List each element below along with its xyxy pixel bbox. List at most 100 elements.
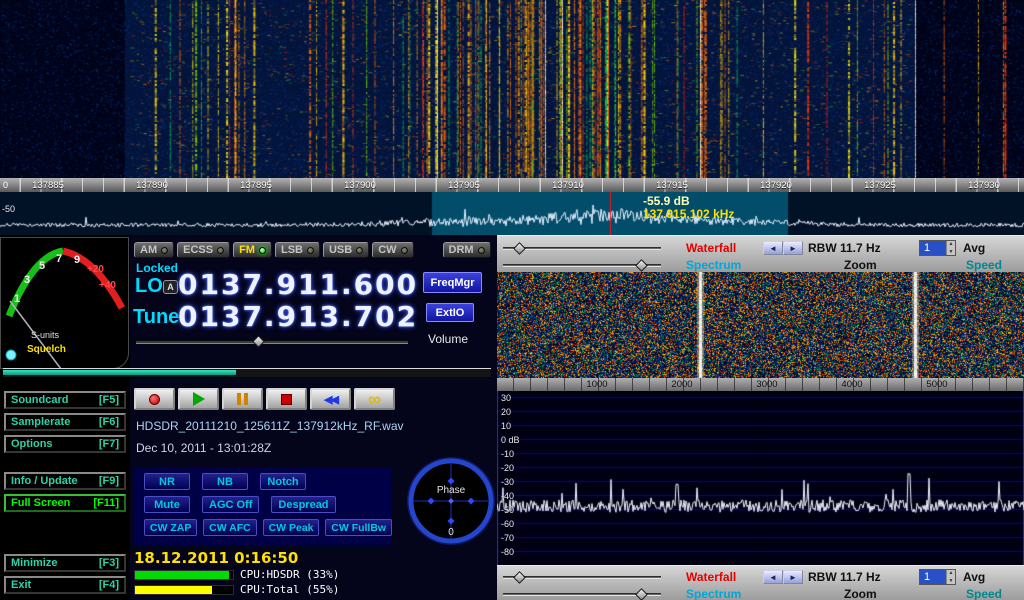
main-waterfall-display[interactable] (0, 0, 1024, 178)
tune-frequency-display[interactable]: 0137.913.702 (178, 302, 418, 332)
scroll-down-arrow-icon[interactable]: ▼ (949, 249, 954, 255)
audio-freq-tick: 5000 (926, 379, 947, 390)
soundcard-button[interactable]: Soundcard[F5] (4, 391, 126, 409)
overview-spectrum-display[interactable]: -50 -55.9 dB 137.915.102 kHz (0, 192, 1024, 235)
waterfall-mode-label[interactable]: Waterfall (686, 570, 736, 584)
full-screen-button[interactable]: Full Screen[F11] (4, 494, 126, 512)
options-button[interactable]: Options[F7] (4, 435, 126, 453)
db-label: -20 (501, 463, 514, 473)
avg-count-select[interactable]: 1 ▲▼ (919, 569, 956, 585)
fm-led-icon (259, 247, 266, 254)
button-hotkey: [F4] (99, 579, 119, 591)
exit-button[interactable]: Exit[F4] (4, 576, 126, 594)
overview-spectrum-canvas[interactable] (0, 192, 1024, 235)
stop-button[interactable] (266, 388, 307, 410)
squelch-knob[interactable] (6, 350, 16, 360)
lo-a-badge-button[interactable]: A (163, 280, 178, 294)
select-scrollbar[interactable]: ▲▼ (946, 570, 955, 584)
am-led-icon (161, 247, 168, 254)
scroll-down-arrow-icon[interactable]: ▼ (949, 578, 954, 584)
volume-slider[interactable] (136, 340, 408, 344)
mode-lsb-button[interactable]: LSB (275, 242, 320, 258)
spectrum-gain-slider[interactable] (503, 264, 661, 267)
audio-freq-tick: 2000 (671, 379, 692, 390)
phase-scope: Phase 0 (406, 455, 496, 547)
avg-count-select[interactable]: 1 ▲▼ (919, 240, 956, 256)
zoom-out-arrow-icon[interactable]: ◄ (763, 570, 783, 584)
lo-frequency-display[interactable]: 0137.911.600 (178, 270, 418, 300)
lsb-led-icon (307, 247, 314, 254)
mute-button[interactable]: Mute (144, 496, 190, 513)
recording-date-label: Dec 10, 2011 - 13:01:28Z (136, 441, 271, 455)
db-label: 30 (501, 393, 511, 403)
nb-button[interactable]: NB (202, 473, 248, 490)
spectrum-gain-slider[interactable] (503, 593, 661, 596)
cpu-total-bar (134, 585, 234, 595)
button-hotkey: [F7] (99, 438, 119, 450)
drm-led-icon (478, 247, 485, 254)
spectrum-mode-label[interactable]: Spectrum (686, 258, 741, 272)
cw-peak-button[interactable]: CW Peak (263, 519, 320, 536)
loop-button[interactable]: ∞ (354, 388, 395, 410)
audio-waterfall-display[interactable] (497, 272, 1024, 378)
waterfall-contrast-slider[interactable] (503, 247, 661, 250)
freq-tick: 137930 (968, 180, 1000, 191)
audio-spectrum-display[interactable]: 30 20 10 0 dB -10 -20 -30 -40 -50 -60 -7… (497, 391, 1024, 565)
waterfall-contrast-thumb[interactable] (513, 571, 526, 584)
agc-off-button[interactable]: AGC Off (202, 496, 259, 513)
select-scrollbar[interactable]: ▲▼ (946, 241, 955, 255)
waterfall-mode-label[interactable]: Waterfall (686, 241, 736, 255)
db-axis-label: -50 (2, 204, 15, 214)
minimize-button[interactable]: Minimize[F3] (4, 554, 126, 572)
despread-button[interactable]: Despread (271, 496, 335, 513)
extio-button[interactable]: ExtIO (426, 303, 474, 322)
cw-zap-button[interactable]: CW ZAP (144, 519, 197, 536)
play-button[interactable] (178, 388, 219, 410)
mode-ecss-button[interactable]: ECSS (177, 242, 230, 258)
cw-afc-button[interactable]: CW AFC (203, 519, 256, 536)
mode-am-button[interactable]: AM (134, 242, 174, 258)
record-button[interactable] (134, 388, 175, 410)
audio-spectrum-canvas[interactable] (497, 391, 1024, 565)
mode-label: USB (329, 244, 352, 256)
play-icon (193, 392, 205, 406)
frequency-scale[interactable]: 137885 137890 137895 137900 137905 13791… (0, 178, 1024, 192)
mode-label: FM (239, 244, 255, 256)
waterfall-contrast-thumb[interactable] (513, 242, 526, 255)
button-label: Minimize (11, 557, 57, 569)
pause-icon (237, 393, 248, 405)
mode-drm-button[interactable]: DRM (443, 242, 491, 258)
db-label: 10 (501, 421, 511, 431)
level-meter-bar (3, 368, 491, 377)
mode-fm-button[interactable]: FM (233, 242, 272, 258)
samplerate-button[interactable]: Samplerate[F6] (4, 413, 126, 431)
notch-button[interactable]: Notch (260, 473, 306, 490)
pause-button[interactable] (222, 388, 263, 410)
freq-tick: 137885 (32, 180, 64, 191)
mode-usb-button[interactable]: USB (323, 242, 369, 258)
zoom-spinner: ◄ ► (763, 570, 803, 584)
spectrum-mode-label[interactable]: Spectrum (686, 587, 741, 600)
freqmgr-button[interactable]: FreqMgr (423, 272, 482, 293)
cw-fullbw-button[interactable]: CW FullBw (325, 519, 392, 536)
info-update-button[interactable]: Info / Update[F9] (4, 472, 126, 490)
zoom-out-arrow-icon[interactable]: ◄ (763, 241, 783, 255)
waterfall-contrast-slider[interactable] (503, 576, 661, 579)
zoom-in-arrow-icon[interactable]: ► (783, 241, 803, 255)
audio-frequency-scale[interactable]: 1000 2000 3000 4000 5000 (497, 378, 1024, 391)
tune-label: Tune (133, 306, 179, 329)
mode-cw-button[interactable]: CW (372, 242, 413, 258)
display-controls-bottom: Waterfall ◄ ► RBW 11.7 Hz 1 ▲▼ Avg Spect… (497, 565, 1024, 600)
spectrum-gain-thumb[interactable] (635, 588, 648, 600)
stop-icon (281, 394, 292, 405)
rbw-label: RBW 11.7 Hz (808, 241, 881, 255)
freq-tick: 137895 (240, 180, 272, 191)
cursor-frequency-readout: 137.915.102 kHz (643, 207, 734, 221)
avg-label: Avg (963, 570, 985, 584)
zoom-in-arrow-icon[interactable]: ► (783, 570, 803, 584)
scroll-up-arrow-icon[interactable]: ▲ (949, 241, 954, 247)
spectrum-gain-thumb[interactable] (635, 259, 648, 272)
rewind-button[interactable]: ◀◀ (310, 388, 351, 410)
scroll-up-arrow-icon[interactable]: ▲ (949, 570, 954, 576)
nr-button[interactable]: NR (144, 473, 190, 490)
